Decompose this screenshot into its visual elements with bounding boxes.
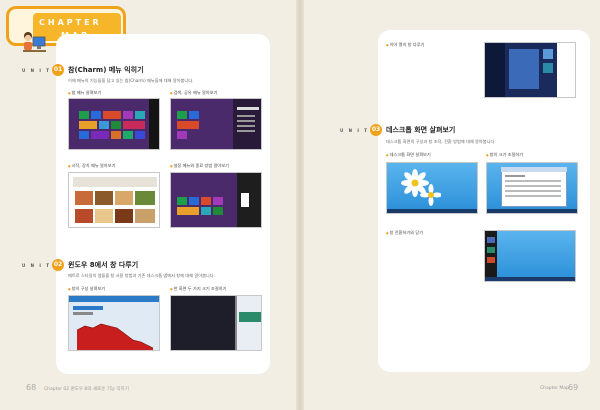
book-spread: CHAPTER MAP U N I T 01 참(Charm) 메뉴 익히기 이… [0,0,600,410]
person-at-computer-icon [23,32,46,52]
unit-01-desc: 이제 메뉴의 기능들을 담고 있는 참(Charm) 메뉴들에 대해 알아봅니다… [68,78,194,83]
daisy-flowers-graphic [401,169,441,206]
caption-charm-menu: 참 메뉴 살펴보기 [68,90,102,96]
left-running-footer: Chapter 02 윈도우 8의 새로운 기능 익히기 [44,387,129,392]
screenshot-snap-view [170,295,262,351]
unit-03-number: 03 [370,124,382,136]
right-page-number: 69 [568,383,579,392]
screenshot-switch-windows [484,230,576,282]
screenshot-settings-panel [170,172,262,228]
screenshot-finance-app [68,295,160,351]
unit-01-number: 01 [52,64,64,76]
unit-02-label: U N I T [22,263,51,268]
caption-resize-window: 창의 크기 조절하기 [486,152,523,158]
unit-01-label: U N I T [22,68,51,73]
unit-03-label: U N I T [340,128,369,133]
screenshot-multi-window [484,42,576,98]
screenshot-search-panel [170,98,262,150]
caption-desktop-screen: 데스크톱 화면 살펴보기 [386,152,431,158]
caption-search-share: 검색, 공유 메뉴 알아보기 [170,90,218,96]
badge-word-chapter: CHAPTER [39,18,102,27]
screenshot-desktop [386,162,478,214]
unit-03-desc: 데스크톱 화면의 구성과 창 조작, 전환 방법에 대해 알아봅니다. [386,139,496,144]
unit-02-desc: 메트로 스타일의 앱들을 창 사용 방법과 기존 데스크톱 앱에서 창에 대해 … [68,273,215,278]
caption-window-composition: 창의 구성 살펴보기 [68,286,105,292]
screenshot-resize-window [486,162,578,214]
left-page-number: 68 [26,383,37,392]
caption-snap-resize: 한 화면 두 가지 크기 조절하기 [170,286,227,292]
page-gutter [296,0,304,410]
caption-switch-close: 창 전환하기와 닫기 [386,230,423,236]
area-chart-graphic [76,323,154,350]
unit-01-title: 참(Charm) 메뉴 익히기 [68,66,144,74]
caption-settings-shutdown: 설정 메뉴와 종료 방법 알아보기 [170,163,229,169]
screenshot-metro-start [68,98,160,150]
screenshot-photo-app [68,172,160,228]
caption-two-column-windows: 이어 열의 창 다루기 [386,42,425,48]
unit-02-number: 02 [52,259,64,271]
right-running-footer: Chapter Map [540,386,569,391]
caption-start-devices: 시작, 장치 메뉴 알아보기 [68,163,116,169]
unit-03-title: 데스크톱 화면 살펴보기 [386,126,456,134]
unit-02-title: 윈도우 8에서 창 다루기 [68,261,139,269]
